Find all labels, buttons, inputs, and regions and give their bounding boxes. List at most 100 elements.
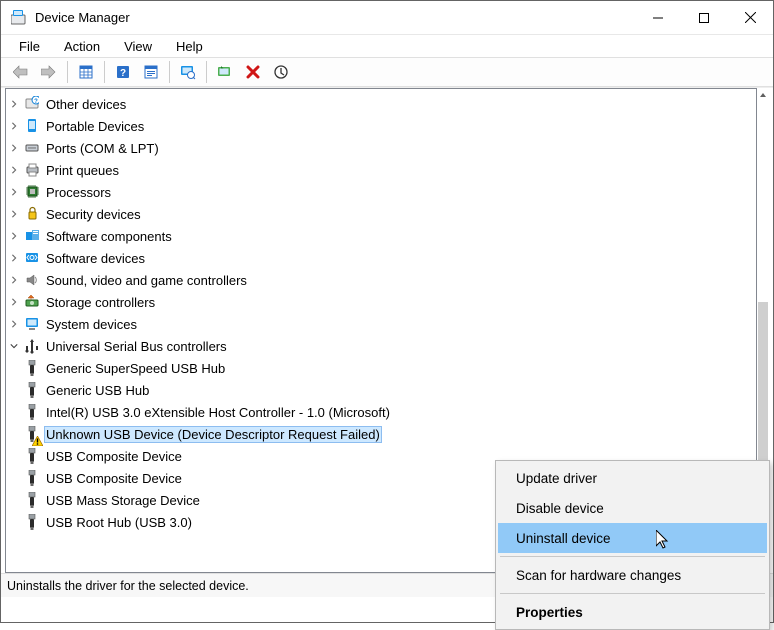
tree-node[interactable]: Unknown USB Device (Device Descriptor Re… xyxy=(6,423,756,445)
expand-icon[interactable] xyxy=(6,184,22,200)
tree-node-label[interactable]: Ports (COM & LPT) xyxy=(44,140,161,157)
expand-icon[interactable] xyxy=(6,426,22,442)
tree-node[interactable]: Intel(R) USB 3.0 eXtensible Host Control… xyxy=(6,401,756,423)
tree-node-label[interactable]: Other devices xyxy=(44,96,128,113)
context-menu-item[interactable]: Update driver xyxy=(498,463,767,493)
toolbar-separator xyxy=(67,61,68,83)
expand-icon[interactable] xyxy=(6,250,22,266)
tree-node[interactable]: System devices xyxy=(6,313,756,335)
menu-help[interactable]: Help xyxy=(166,38,213,55)
expand-icon[interactable] xyxy=(6,492,22,508)
tree-node[interactable]: Portable Devices xyxy=(6,115,756,137)
toolbar-update-driver-button[interactable] xyxy=(211,60,239,84)
storage-icon xyxy=(24,294,40,310)
tree-node[interactable]: Sound, video and game controllers xyxy=(6,269,756,291)
menu-action[interactable]: Action xyxy=(54,38,110,55)
tree-node-label[interactable]: Print queues xyxy=(44,162,121,179)
expand-icon[interactable] xyxy=(6,448,22,464)
tree-node-label[interactable]: Processors xyxy=(44,184,113,201)
context-menu-item[interactable]: Scan for hardware changes xyxy=(498,560,767,590)
menu-file[interactable]: File xyxy=(9,38,50,55)
maximize-button[interactable] xyxy=(681,1,727,34)
security-icon xyxy=(24,206,40,222)
tree-node-label[interactable]: Portable Devices xyxy=(44,118,146,135)
toolbar xyxy=(1,57,773,87)
tree-node[interactable]: Generic SuperSpeed USB Hub xyxy=(6,357,756,379)
tree-node-label[interactable]: Unknown USB Device (Device Descriptor Re… xyxy=(44,426,382,443)
toolbar-forward-button[interactable] xyxy=(35,60,63,84)
toolbar-properties-button[interactable] xyxy=(137,60,165,84)
tree-node-label[interactable]: Sound, video and game controllers xyxy=(44,272,249,289)
tree-node[interactable]: Generic USB Hub xyxy=(6,379,756,401)
expand-icon[interactable] xyxy=(6,514,22,530)
expand-icon[interactable] xyxy=(6,206,22,222)
tree-node-label[interactable]: Universal Serial Bus controllers xyxy=(44,338,229,355)
tree-node[interactable]: Storage controllers xyxy=(6,291,756,313)
expand-icon[interactable] xyxy=(6,96,22,112)
toolbar-show-hidden-button[interactable] xyxy=(72,60,100,84)
tree-node-label[interactable]: USB Composite Device xyxy=(44,470,184,487)
toolbar-separator xyxy=(169,61,170,83)
expand-icon[interactable] xyxy=(6,360,22,376)
expand-icon[interactable] xyxy=(6,140,22,156)
toolbar-separator xyxy=(206,61,207,83)
context-menu-separator xyxy=(500,556,765,557)
usbhost-icon xyxy=(24,338,40,354)
toolbar-uninstall-button[interactable] xyxy=(239,60,267,84)
tree-node-label[interactable]: Generic USB Hub xyxy=(44,382,151,399)
expand-icon[interactable] xyxy=(6,118,22,134)
expand-icon[interactable] xyxy=(6,404,22,420)
tree-node[interactable]: Other devices xyxy=(6,93,756,115)
tree-node[interactable]: Software components xyxy=(6,225,756,247)
tree-node-label[interactable]: Security devices xyxy=(44,206,143,223)
toolbar-back-button[interactable] xyxy=(7,60,35,84)
tree-node[interactable]: Print queues xyxy=(6,159,756,181)
cpu-icon xyxy=(24,184,40,200)
portable-icon xyxy=(24,118,40,134)
context-menu-separator xyxy=(500,593,765,594)
expand-icon[interactable] xyxy=(6,470,22,486)
expand-icon[interactable] xyxy=(6,294,22,310)
title-bar: Device Manager xyxy=(1,1,773,35)
context-menu-item[interactable]: Uninstall device xyxy=(498,523,767,553)
tree-node[interactable]: Security devices xyxy=(6,203,756,225)
tree-node[interactable]: Software devices xyxy=(6,247,756,269)
swcomp-icon xyxy=(24,228,40,244)
tree-node-label[interactable]: USB Mass Storage Device xyxy=(44,492,202,509)
usb-icon xyxy=(24,382,40,398)
close-button[interactable] xyxy=(727,1,773,34)
tree-node-label[interactable]: Intel(R) USB 3.0 eXtensible Host Control… xyxy=(44,404,392,421)
tree-node-label[interactable]: Storage controllers xyxy=(44,294,157,311)
tree-node-label[interactable]: USB Root Hub (USB 3.0) xyxy=(44,514,194,531)
expand-icon[interactable] xyxy=(6,316,22,332)
usb-icon xyxy=(24,426,40,442)
expand-icon[interactable] xyxy=(6,382,22,398)
status-text: Uninstalls the driver for the selected d… xyxy=(7,579,249,593)
expand-icon[interactable] xyxy=(6,162,22,178)
context-menu-item[interactable]: Disable device xyxy=(498,493,767,523)
tree-node-label[interactable]: USB Composite Device xyxy=(44,448,184,465)
usb-icon xyxy=(24,514,40,530)
ports-icon xyxy=(24,140,40,156)
expand-icon[interactable] xyxy=(6,228,22,244)
tree-node-label[interactable]: Generic SuperSpeed USB Hub xyxy=(44,360,227,377)
tree-node-label[interactable]: Software devices xyxy=(44,250,147,267)
tree-node[interactable]: Processors xyxy=(6,181,756,203)
minimize-button[interactable] xyxy=(635,1,681,34)
menu-view[interactable]: View xyxy=(114,38,162,55)
expand-icon[interactable] xyxy=(6,272,22,288)
collapse-icon[interactable] xyxy=(6,338,22,354)
toolbar-disable-button[interactable] xyxy=(267,60,295,84)
toolbar-scan-button[interactable] xyxy=(174,60,202,84)
toolbar-help-button[interactable] xyxy=(109,60,137,84)
app-icon xyxy=(11,10,27,26)
tree-node-label[interactable]: Software components xyxy=(44,228,174,245)
menu-bar: File Action View Help xyxy=(1,35,773,57)
tree-node[interactable]: Ports (COM & LPT) xyxy=(6,137,756,159)
context-menu: Update driverDisable deviceUninstall dev… xyxy=(495,460,770,630)
scroll-up-arrow[interactable] xyxy=(757,88,769,102)
usb-icon xyxy=(24,448,40,464)
tree-node-label[interactable]: System devices xyxy=(44,316,139,333)
printer-icon xyxy=(24,162,40,178)
usb-icon xyxy=(24,404,40,420)
